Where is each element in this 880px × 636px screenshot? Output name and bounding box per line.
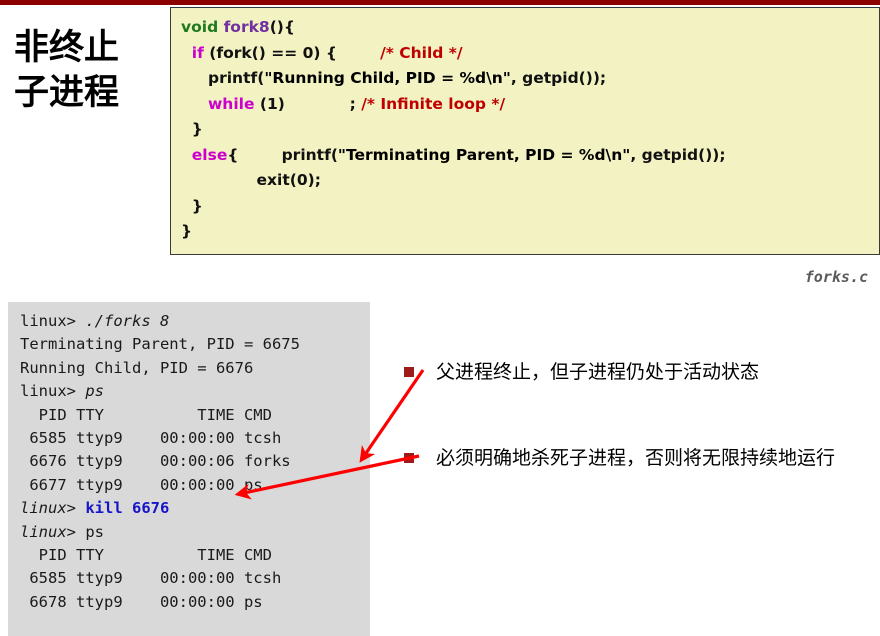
terminal-line: 6676 ttyp9 00:00:06 forks [20, 450, 370, 473]
terminal-span: 6678 ttyp9 00:00:00 ps [20, 592, 263, 611]
terminal-span: 6585 ttyp9 00:00:00 tcsh [20, 429, 282, 448]
code-token: } [181, 196, 203, 215]
terminal-line: 6585 ttyp9 00:00:00 tcsh [20, 427, 370, 450]
code-token: "Terminating Parent, PID = %d\n" [337, 145, 631, 164]
terminal-line: PID TTY TIME CMD [20, 544, 370, 567]
terminal-span: Running Child, PID = 6676 [20, 358, 254, 377]
terminal-span: ps [85, 382, 104, 401]
code-listing-panel: void fork8(){ if (fork() == 0) { /* Chil… [170, 7, 880, 255]
code-token: } [181, 120, 203, 138]
annotation-text-1: 父进程终止，但子进程仍处于活动状态 [436, 361, 760, 383]
terminal-line: linux> kill 6676 [20, 497, 370, 520]
terminal-span: linux> [20, 312, 86, 330]
code-token: } [181, 222, 193, 240]
terminal-span: 6676 ttyp9 00:00:06 forks [20, 452, 291, 471]
terminal-line: linux> ./forks 8 [20, 310, 370, 333]
terminal-line: Terminating Parent, PID = 6675 [20, 333, 370, 356]
code-token: , getpid()); [630, 145, 726, 164]
annotation-bullet-1: 父进程终止，但子进程仍处于活动状态 [404, 358, 874, 386]
code-line: } [181, 117, 879, 143]
code-token: printf( [181, 69, 265, 87]
code-token: , getpid()); [510, 69, 607, 87]
code-token: "Running Child, PID = %d\n" [264, 69, 511, 87]
page-title-line-1: 非终止 [14, 28, 120, 68]
terminal-line: 6677 ttyp9 00:00:00 ps [20, 474, 370, 497]
page-title: 非终止 子进程 [14, 26, 164, 116]
code-token: { printf( [227, 145, 338, 164]
terminal-span: 6585 ttyp9 00:00:00 tcsh [20, 569, 282, 588]
annotation-text-2: 必须明确地杀死子进程，否则将无限持续地运行 [436, 447, 836, 469]
code-token: (){ [269, 18, 295, 36]
terminal-line: linux> ps [20, 380, 370, 403]
terminal-span: linux> [20, 499, 86, 518]
terminal-line: Running Child, PID = 6676 [20, 357, 370, 380]
code-line: printf("Running Child, PID = %d\n", getp… [181, 66, 879, 92]
code-token: /* Child */ [380, 43, 463, 62]
code-token: else [191, 145, 228, 164]
terminal-span: ps [85, 522, 104, 541]
source-file-caption: forks.c [804, 268, 868, 286]
terminal-line: PID TTY TIME CMD [20, 404, 370, 427]
bullet-square-icon [404, 453, 414, 463]
code-line: if (fork() == 0) { /* Child */ [181, 41, 879, 67]
terminal-span: Terminating Parent, PID = 6675 [20, 335, 300, 354]
code-token: if [191, 43, 204, 62]
top-accent-bar [0, 0, 880, 5]
terminal-span: linux> [20, 522, 86, 541]
code-line: } [181, 219, 879, 245]
code-token: exit(0); [181, 171, 321, 189]
terminal-line: 6678 ttyp9 00:00:00 ps [20, 591, 370, 614]
code-token: /* Infinite loop */ [361, 94, 506, 113]
code-line: exit(0); [181, 168, 879, 194]
code-token: (1) ; [254, 94, 362, 113]
code-line: while (1) ; /* Infinite loop */ [181, 92, 879, 118]
terminal-span: linux> [20, 382, 86, 401]
code-token: void [181, 18, 224, 36]
terminal-span: 6677 ttyp9 00:00:00 ps [20, 475, 263, 494]
terminal-line: 6585 ttyp9 00:00:00 tcsh [20, 567, 370, 590]
page-title-line-2: 子进程 [14, 72, 120, 113]
terminal-span: ./forks 8 [85, 312, 170, 330]
code-line: } [181, 194, 879, 220]
code-token: while [207, 94, 255, 113]
terminal-span: PID TTY TIME CMD [20, 546, 272, 565]
terminal-line: linux> ps [20, 521, 370, 544]
bullet-square-icon [404, 367, 414, 377]
terminal-span: PID TTY TIME CMD [20, 405, 272, 424]
code-token: fork8 [223, 18, 270, 36]
terminal-span: kill 6676 [85, 499, 170, 518]
code-token: (fork() == 0) { [203, 43, 381, 62]
annotation-bullet-2: 必须明确地杀死子进程，否则将无限持续地运行 [404, 444, 874, 472]
code-line: else{ printf("Terminating Parent, PID = … [181, 143, 879, 169]
terminal-transcript: linux> ./forks 8 Terminating Parent, PID … [8, 302, 370, 636]
code-line: void fork8(){ [181, 15, 879, 41]
